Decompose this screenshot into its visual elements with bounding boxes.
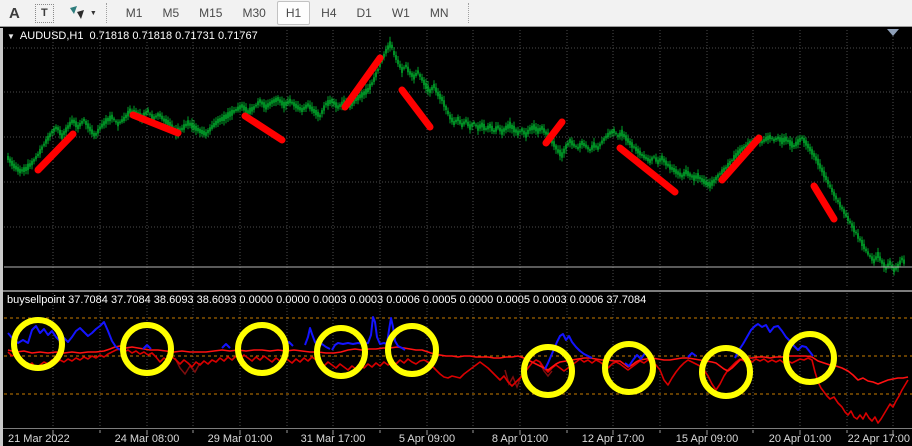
time-axis-label: 22 Apr 17:00 bbox=[848, 433, 910, 445]
trend-segment bbox=[345, 58, 380, 107]
indicator-line-blue bbox=[735, 324, 813, 358]
timeframe-button-m15[interactable]: M15 bbox=[190, 1, 231, 25]
time-axis-label: 5 Apr 09:00 bbox=[399, 433, 455, 445]
indicator-header: buysellpoint 37.7084 37.7084 38.6093 38.… bbox=[7, 294, 646, 306]
time-axis-label: 29 Mar 01:00 bbox=[208, 433, 273, 445]
time-axis-label: 20 Apr 01:00 bbox=[769, 433, 831, 445]
text-label-tool-button[interactable]: A bbox=[9, 5, 20, 22]
timeframe-button-m1[interactable]: M1 bbox=[117, 1, 152, 25]
timeframe-group: M1M5M15M30H1H4D1W1MN bbox=[116, 1, 459, 25]
trend-segment bbox=[38, 134, 73, 170]
signal-circle bbox=[786, 334, 834, 382]
toolbar-separator bbox=[106, 3, 107, 23]
signal-circle bbox=[238, 325, 286, 373]
timeframe-button-w1[interactable]: W1 bbox=[383, 1, 419, 25]
price-chart-canvas[interactable] bbox=[0, 28, 912, 290]
indicator-canvas[interactable] bbox=[0, 292, 912, 428]
timeframe-button-h4[interactable]: H4 bbox=[312, 1, 345, 25]
trend-segment bbox=[245, 116, 282, 140]
time-axis-label: 12 Apr 17:00 bbox=[582, 433, 644, 445]
time-axis-label: 8 Apr 01:00 bbox=[492, 433, 548, 445]
trend-segment bbox=[620, 148, 675, 192]
time-axis-label: 15 Apr 09:00 bbox=[676, 433, 738, 445]
price-chart-panel[interactable]: ▼ AUDUSD,H1 0.71818 0.71818 0.71731 0.7176… bbox=[0, 28, 912, 290]
candlestick-wicks bbox=[8, 37, 904, 276]
chart-ohlc-values: 0.71818 0.71818 0.71731 0.71767 bbox=[90, 30, 258, 42]
trend-segment bbox=[814, 186, 834, 219]
mt4-chart-window: { "toolbar": { "label_tool": "A", "textb… bbox=[0, 0, 912, 446]
time-axis[interactable]: 21 Mar 2022 24 Mar 08:00 29 Mar 01:00 31 Ma… bbox=[0, 428, 912, 446]
signal-circle bbox=[14, 320, 62, 368]
toolbar-separator bbox=[468, 3, 469, 23]
timeframe-button-h1[interactable]: H1 bbox=[277, 1, 310, 25]
timeframe-button-m30[interactable]: M30 bbox=[233, 1, 274, 25]
text-box-tool-button[interactable]: T bbox=[35, 4, 54, 23]
timeframe-button-mn[interactable]: MN bbox=[421, 1, 458, 25]
time-axis-label: 24 Mar 08:00 bbox=[115, 433, 180, 445]
window-left-border bbox=[0, 28, 3, 446]
chart-header: ▼ AUDUSD,H1 0.71818 0.71818 0.71731 0.7176… bbox=[7, 30, 258, 42]
trend-segment bbox=[402, 90, 430, 127]
time-axis-label: 31 Mar 17:00 bbox=[301, 433, 366, 445]
arrow-objects-icon[interactable] bbox=[68, 5, 86, 21]
candlestick-bodies bbox=[7, 41, 905, 272]
signal-circle bbox=[605, 344, 653, 392]
chart-symbol-period: AUDUSD,H1 bbox=[20, 30, 84, 42]
toolbar: A T ▼ M1M5M15M30H1H4D1W1MN bbox=[0, 0, 912, 27]
trend-segment bbox=[133, 115, 178, 133]
indicator-line-red-lower bbox=[8, 349, 908, 423]
timeframe-button-m5[interactable]: M5 bbox=[153, 1, 188, 25]
indicator-line-maroon bbox=[175, 358, 200, 374]
time-axis-label: 21 Mar 2022 bbox=[8, 433, 70, 445]
arrow-objects-dropdown-caret[interactable]: ▼ bbox=[90, 10, 97, 17]
indicator-panel[interactable]: buysellpoint 37.7084 37.7084 38.6093 38.… bbox=[0, 292, 912, 428]
timeframe-button-d1[interactable]: D1 bbox=[348, 1, 381, 25]
chart-collapse-icon[interactable]: ▼ bbox=[7, 32, 15, 41]
chart-shift-marker-icon bbox=[887, 29, 899, 36]
indicator-line-blue bbox=[222, 344, 230, 348]
